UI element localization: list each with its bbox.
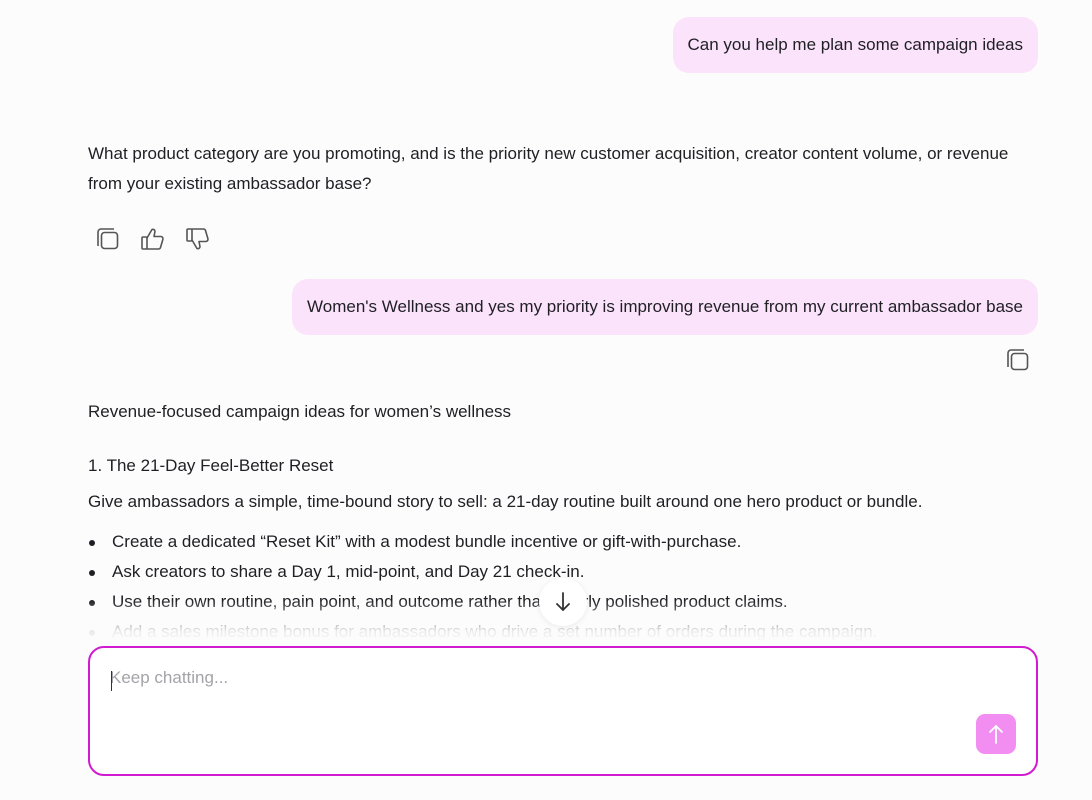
text-cursor bbox=[111, 671, 112, 691]
chat-window: Can you help me plan some campaign ideas… bbox=[0, 0, 1092, 800]
section-intro: Give ambassadors a simple, time-bound st… bbox=[88, 492, 923, 511]
thumbs-up-icon bbox=[140, 228, 164, 250]
send-button[interactable] bbox=[976, 714, 1016, 754]
copy-icon bbox=[96, 227, 118, 249]
copy-button[interactable] bbox=[93, 224, 122, 253]
copy-icon bbox=[1006, 348, 1028, 370]
list-item: Create a dedicated “Reset Kit” with a mo… bbox=[89, 527, 1048, 557]
scroll-to-bottom-button[interactable] bbox=[539, 578, 587, 626]
chat-composer bbox=[88, 646, 1038, 776]
thumbs-down-button[interactable] bbox=[183, 224, 212, 253]
section-title: 1. The 21-Day Feel-Better Reset bbox=[88, 456, 334, 475]
message-actions bbox=[93, 224, 212, 253]
thumbs-down-icon bbox=[185, 227, 209, 249]
arrow-down-icon bbox=[556, 592, 570, 611]
arrow-up-icon bbox=[989, 725, 1003, 744]
copy-button[interactable] bbox=[1003, 345, 1032, 374]
assistant-message: What product category are you promoting,… bbox=[88, 144, 1009, 193]
user-message: Women's Wellness and yes my priority is … bbox=[292, 279, 1038, 335]
message-input[interactable] bbox=[110, 668, 930, 708]
list-item: Add a sales milestone bonus for ambassad… bbox=[89, 617, 1048, 642]
response-heading: Revenue-focused campaign ideas for women… bbox=[88, 402, 512, 421]
list-item: Ask creators to share a Day 1, mid-point… bbox=[89, 557, 1048, 587]
user-message: Can you help me plan some campaign ideas bbox=[672, 17, 1038, 73]
thumbs-up-button[interactable] bbox=[138, 224, 167, 253]
